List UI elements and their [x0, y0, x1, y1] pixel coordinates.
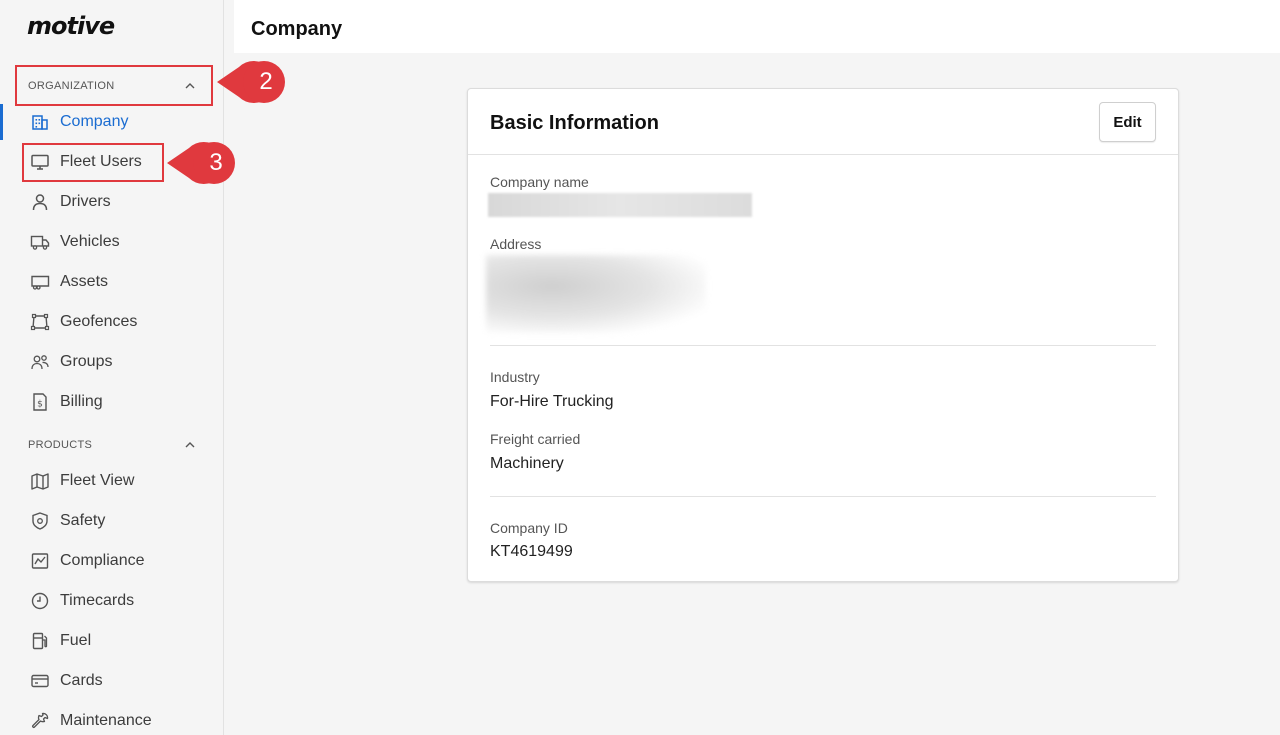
- geofence-icon: [30, 312, 50, 332]
- sidebar-item-label: Groups: [60, 353, 113, 370]
- map-icon: [30, 471, 50, 491]
- divider: [490, 496, 1156, 497]
- sidebar-item-groups[interactable]: Groups: [0, 344, 222, 380]
- step-2-number: 2: [259, 68, 273, 95]
- sidebar-item-fuel[interactable]: Fuel: [0, 623, 222, 659]
- compliance-icon: [30, 551, 50, 571]
- sidebar-item-geofences[interactable]: Geofences: [0, 304, 222, 340]
- sidebar-item-cards[interactable]: Cards: [0, 663, 222, 699]
- truck-icon: [30, 232, 50, 252]
- products-section-header[interactable]: PRODUCTS: [16, 425, 212, 465]
- freight-carried-label: Freight carried: [490, 431, 581, 447]
- clock-icon: [30, 591, 50, 611]
- industry-value: For-Hire Trucking: [490, 393, 614, 410]
- page-header: Company: [234, 0, 1280, 53]
- sidebar-item-fleet-view[interactable]: Fleet View: [0, 463, 222, 499]
- sidebar-item-label: Billing: [60, 393, 103, 410]
- company-id-label: Company ID: [490, 520, 568, 536]
- organization-highlight-box: [15, 65, 213, 106]
- edit-button[interactable]: Edit: [1099, 102, 1156, 142]
- svg-text:$: $: [37, 400, 43, 410]
- company-name-redacted: [488, 193, 752, 217]
- sidebar-item-label: Vehicles: [60, 233, 120, 250]
- basic-information-card: Basic Information Edit Company name Addr…: [467, 88, 1179, 582]
- sidebar-item-maintenance[interactable]: Maintenance: [0, 703, 222, 735]
- sidebar-item-vehicles[interactable]: Vehicles: [0, 224, 222, 260]
- page-title: Company: [251, 18, 343, 40]
- card-icon: [30, 671, 50, 691]
- trailer-icon: [30, 272, 50, 292]
- wrench-icon: [30, 711, 50, 731]
- sidebar-item-label: Maintenance: [60, 712, 152, 729]
- freight-carried-value: Machinery: [490, 455, 564, 472]
- sidebar: motive ORGANIZATION Company Fleet Users …: [0, 0, 224, 735]
- sidebar-item-assets[interactable]: Assets: [0, 264, 222, 300]
- products-header-label: PRODUCTS: [28, 439, 93, 451]
- card-header: Basic Information Edit: [468, 89, 1178, 155]
- sidebar-item-label: Fuel: [60, 632, 92, 649]
- step-3-number: 3: [209, 149, 223, 176]
- sidebar-item-label: Compliance: [60, 552, 145, 569]
- company-name-label: Company name: [490, 174, 589, 190]
- sidebar-item-timecards[interactable]: Timecards: [0, 583, 222, 619]
- sidebar-item-company[interactable]: Company: [0, 104, 222, 140]
- card-title: Basic Information: [490, 112, 659, 134]
- motive-logo[interactable]: motive: [27, 12, 115, 40]
- sidebar-item-billing[interactable]: $ Billing: [0, 384, 222, 420]
- company-id-value: KT4619499: [490, 543, 573, 560]
- sidebar-item-label: Safety: [60, 512, 106, 529]
- sidebar-item-label: Geofences: [60, 313, 138, 330]
- billing-icon: $: [30, 392, 50, 412]
- fleet-users-highlight-box: [22, 143, 164, 182]
- divider: [490, 345, 1156, 346]
- group-icon: [30, 352, 50, 372]
- address-redacted: [486, 255, 706, 333]
- industry-label: Industry: [490, 369, 540, 385]
- address-label: Address: [490, 236, 542, 252]
- sidebar-item-label: Drivers: [60, 193, 111, 210]
- sidebar-item-compliance[interactable]: Compliance: [0, 543, 222, 579]
- step-2-callout: 2: [217, 61, 287, 103]
- chevron-up-icon: [185, 442, 195, 448]
- sidebar-item-safety[interactable]: Safety: [0, 503, 222, 539]
- step-3-callout: 3: [167, 142, 237, 184]
- sidebar-item-label: Company: [60, 113, 129, 130]
- sidebar-item-label: Fleet View: [60, 472, 135, 489]
- building-icon: [30, 112, 50, 132]
- person-icon: [30, 192, 50, 212]
- shield-icon: [30, 511, 50, 531]
- fuel-icon: [30, 631, 50, 651]
- sidebar-item-drivers[interactable]: Drivers: [0, 184, 222, 220]
- sidebar-item-label: Assets: [60, 273, 109, 290]
- sidebar-item-label: Cards: [60, 672, 103, 689]
- sidebar-item-label: Timecards: [60, 592, 135, 609]
